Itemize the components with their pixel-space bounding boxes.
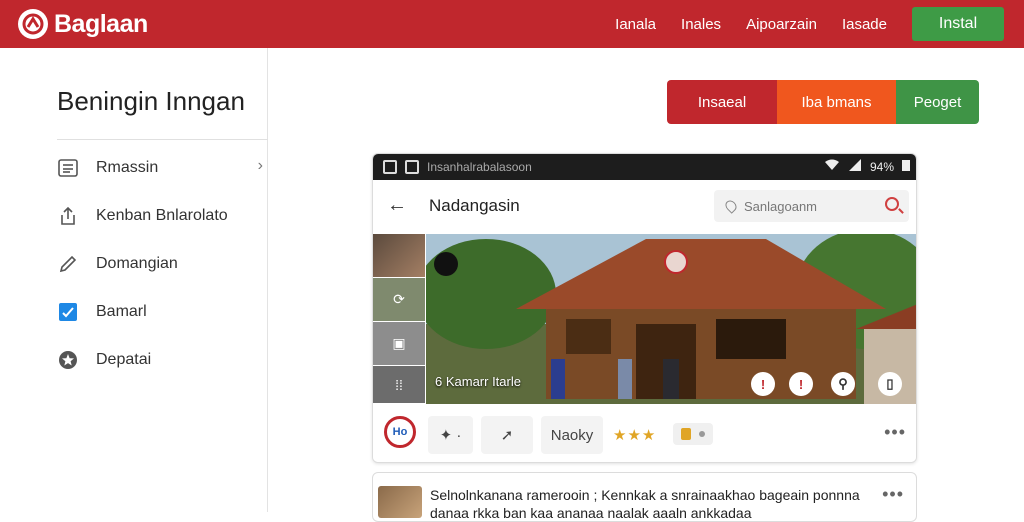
browse-action-button[interactable]: Iba bmans	[777, 80, 896, 124]
list-icon	[57, 157, 79, 179]
battery-icon	[902, 159, 910, 174]
install-action-button[interactable]: Insaeal	[667, 80, 777, 124]
battery-level: 94%	[869, 159, 894, 174]
person-icon[interactable]: ⚲	[831, 372, 855, 396]
star-icon	[57, 349, 79, 371]
comment-text: Selnolnkanana ramerooin ; Kennkak a snra…	[430, 487, 860, 521]
wifi-icon	[824, 159, 840, 174]
top-bar: Baglaan Ianala Inales Aipoarzain Iasade …	[0, 0, 1024, 48]
coin-icon	[681, 428, 691, 440]
sidebar-item-bamarl[interactable]: Bamarl	[57, 299, 263, 325]
app-icon	[383, 160, 397, 174]
action-label-button[interactable]: Naoky	[541, 416, 603, 454]
sidebar-item-kenban[interactable]: Kenban Bnlarolato	[57, 203, 263, 229]
send-icon: ➚	[500, 427, 514, 444]
thumbnail[interactable]	[373, 234, 425, 278]
sidebar-item-domangian[interactable]: Domangian	[57, 251, 263, 277]
bookmark-icon[interactable]: ▯	[878, 372, 902, 396]
more-options-icon[interactable]: •••	[882, 484, 904, 505]
brand-name: Baglaan	[54, 9, 148, 38]
more-options-icon[interactable]: •••	[884, 422, 906, 443]
pin-icon: ✦ ·	[439, 427, 462, 444]
location-pin-icon	[723, 198, 739, 214]
dot-icon	[699, 431, 705, 437]
sidebar-divider	[57, 139, 268, 140]
nav-link-4[interactable]: Iasade	[842, 16, 887, 33]
app-title: Nadangasin	[429, 196, 520, 215]
thumbnail[interactable]: ⟳	[373, 278, 425, 322]
badge-chip[interactable]	[673, 423, 713, 445]
back-arrow-icon[interactable]: ←	[387, 194, 407, 217]
active-indicator	[376, 462, 418, 463]
phone-action-row: Ho ✦ · ➚ Naoky ★★★ •••	[373, 404, 916, 463]
phone-preview: Insanhalrabalasoon 94% ← Nadangasin Sanl…	[372, 153, 917, 463]
brand[interactable]: Baglaan	[18, 9, 148, 39]
sidebar-item-label: Bamarl	[96, 303, 147, 320]
comment-thumbnail[interactable]	[378, 486, 422, 518]
pin-button[interactable]: ✦ ·	[428, 416, 473, 454]
rating-stars: ★★★	[613, 427, 657, 444]
channel-logo[interactable]: Ho	[384, 416, 416, 448]
status-bar: Insanhalrabalasoon 94%	[373, 154, 916, 180]
install-button[interactable]: Instal	[912, 7, 1004, 41]
thumbnail[interactable]: ⁞⁞	[373, 366, 425, 404]
sidebar-item-label: Rmassin	[96, 159, 159, 176]
share-button[interactable]: ➚	[481, 416, 533, 454]
pegget-action-button[interactable]: Peoget	[896, 80, 979, 124]
pencil-icon	[57, 253, 79, 275]
app-header: ← Nadangasin Sanlagoanm	[373, 180, 916, 234]
image-caption: 6 Kamarr Itarle	[435, 374, 521, 389]
search-icon[interactable]	[885, 197, 899, 211]
signal-icon	[848, 159, 862, 174]
sidebar-item-rmassin[interactable]: Rmassin ›	[57, 155, 263, 181]
brand-logo-icon	[18, 9, 48, 39]
sidebar: Beningin Inngan Rmassin › Kenban Bnlarol…	[0, 48, 268, 512]
share-icon	[57, 205, 79, 227]
thumbnail-strip: ⟳ ▣ ⁞⁞	[373, 234, 425, 404]
sidebar-item-label: Depatai	[96, 351, 152, 368]
action-button-group: Insaeal Iba bmans Peoget	[667, 80, 979, 124]
sidebar-item-depatai[interactable]: Depatai	[57, 347, 263, 373]
nav-link-3[interactable]: Aipoarzain	[746, 16, 817, 33]
nav-link-2[interactable]: Inales	[681, 16, 721, 33]
checkbox-icon	[57, 301, 79, 323]
status-text: Insanhalrabalasoon	[427, 160, 532, 174]
top-nav: Ianala Inales Aipoarzain Iasade Instal	[615, 0, 1024, 48]
chevron-right-icon: ›	[257, 157, 263, 174]
comment-card: Selnolnkanana ramerooin ; Kennkak a snra…	[372, 472, 917, 522]
nav-link-1[interactable]: Ianala	[615, 16, 656, 33]
search-placeholder: Sanlagoanm	[744, 198, 817, 214]
sidebar-item-label: Kenban Bnlarolato	[96, 207, 228, 224]
search-input[interactable]: Sanlagoanm	[714, 190, 909, 222]
main-photo[interactable]: 6 Kamarr Itarle ! ! ⚲ ▯	[426, 234, 916, 404]
thumbnail[interactable]: ▣	[373, 322, 425, 366]
sidebar-title: Beningin Inngan	[57, 86, 245, 116]
app-icon	[405, 160, 419, 174]
alert-icon[interactable]: !	[789, 372, 813, 396]
sidebar-item-label: Domangian	[96, 255, 178, 272]
alert-icon[interactable]: !	[751, 372, 775, 396]
